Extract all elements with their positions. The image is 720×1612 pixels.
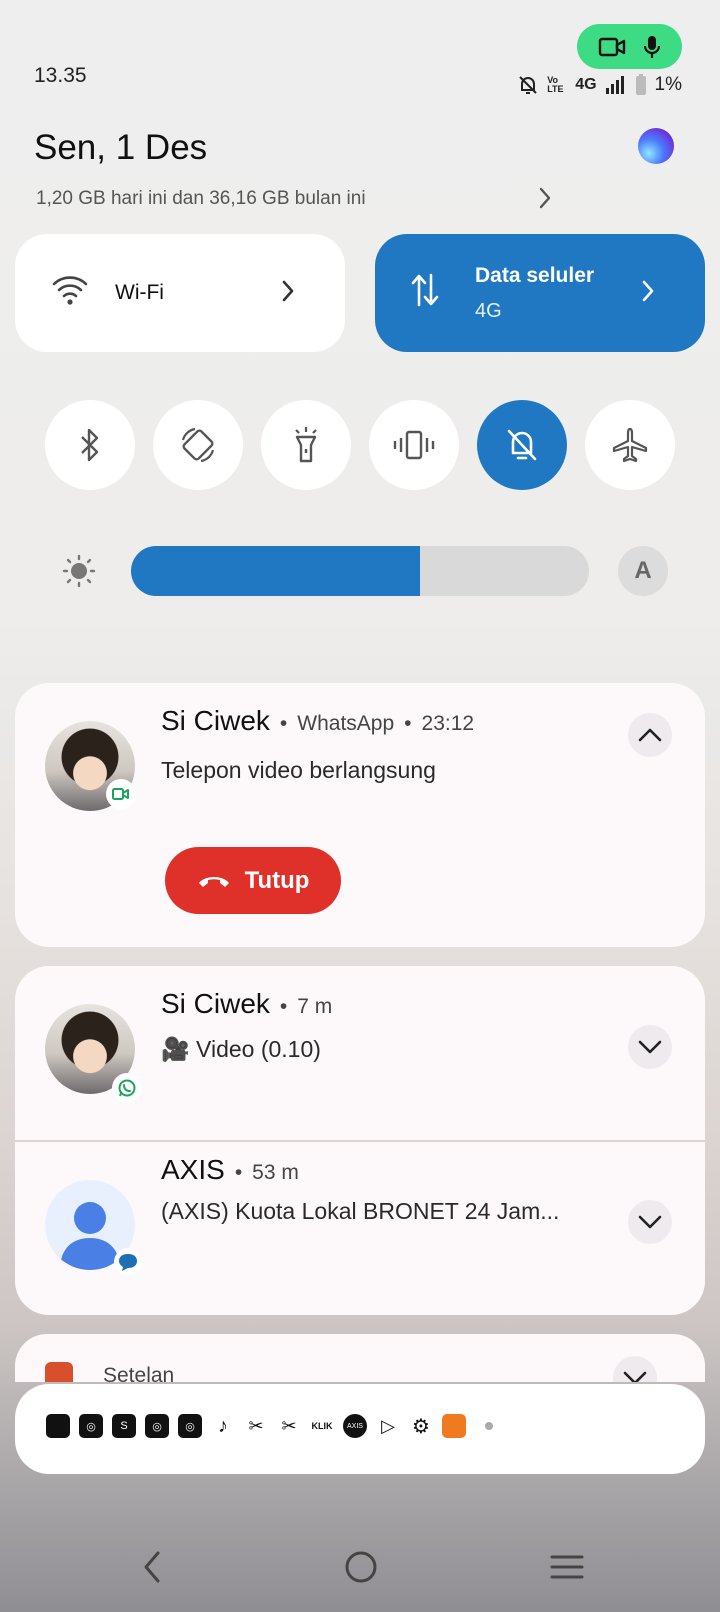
expand-button[interactable]	[628, 1200, 672, 1244]
notification-app: WhatsApp	[297, 712, 395, 735]
flashlight-toggle[interactable]	[261, 400, 351, 490]
notification-title: AXIS	[161, 1154, 225, 1185]
notification-body: 🎥 Video (0.10)	[161, 1036, 321, 1062]
wifi-icon	[52, 276, 88, 305]
auto-brightness-button[interactable]: A	[618, 546, 668, 596]
shop-app-icon[interactable]: S	[112, 1414, 136, 1438]
data-arrows-icon	[411, 273, 439, 307]
data-usage-text[interactable]: 1,20 GB hari ini dan 36,16 GB bulan ini	[36, 188, 366, 210]
notification-body: Telepon video berlangsung	[161, 757, 436, 783]
date-label: Sen, 1 Des	[34, 128, 208, 167]
network-type: 4G	[575, 76, 597, 93]
orange-app-icon[interactable]	[442, 1414, 466, 1438]
chat-notification[interactable]: Si Ciwek • 7 m 🎥 Video (0.10)	[15, 966, 705, 1140]
mobile-data-label: Data seluler	[475, 264, 595, 287]
axis-app-icon[interactable]: AXIS	[343, 1414, 367, 1438]
auto-rotate-icon	[181, 427, 215, 463]
camera-icon	[598, 37, 625, 56]
settings-notification[interactable]: Setelan	[15, 1334, 705, 1382]
signal-icon	[605, 76, 624, 94]
sms-notification[interactable]: AXIS • 53 m (AXIS) Kuota Lokal BRONET 24…	[15, 1142, 705, 1315]
collapse-button[interactable]	[628, 713, 672, 757]
notification-app: Setelan	[103, 1364, 175, 1382]
message-badge-icon	[114, 1248, 142, 1276]
battery-percent: 1%	[654, 74, 682, 95]
settings-gear-icon[interactable]: ⚙	[409, 1414, 433, 1438]
notification-title: Si Ciwek	[161, 705, 270, 736]
chevron-down-icon	[638, 1215, 662, 1229]
assistant-orb-icon[interactable]	[638, 128, 674, 164]
status-time: 13.35	[34, 64, 87, 87]
chevron-down-icon	[623, 1371, 647, 1382]
klik-icon[interactable]: KLIK	[310, 1414, 334, 1438]
wifi-label: Wi-Fi	[115, 281, 164, 304]
chevron-up-icon	[638, 728, 662, 742]
chevron-down-icon	[638, 1040, 662, 1054]
notification-title: Si Ciwek	[161, 988, 270, 1019]
video-call-badge-icon	[106, 779, 136, 809]
airplane-icon	[612, 427, 648, 463]
mobile-data-type: 4G	[475, 300, 502, 322]
hang-up-icon	[198, 876, 229, 887]
home-icon[interactable]	[344, 1550, 378, 1584]
chevron-right-icon	[282, 280, 294, 302]
capcut-icon[interactable]: ✂	[244, 1414, 268, 1438]
wifi-tile[interactable]: Wi-Fi	[15, 234, 345, 352]
expand-button[interactable]	[628, 1025, 672, 1069]
app-icon-black[interactable]	[46, 1414, 70, 1438]
notification-body: (AXIS) Kuota Lokal BRONET 24 Jam...	[161, 1198, 560, 1224]
app-icon-link[interactable]: ◎	[79, 1414, 103, 1438]
app-icon-link[interactable]: ◎	[178, 1414, 202, 1438]
call-notification[interactable]: Si Ciwek • WhatsApp • 23:12 Telepon vide…	[15, 683, 705, 947]
notification-time: 23:12	[421, 712, 475, 735]
settings-app-icon	[45, 1362, 73, 1382]
battery-icon	[635, 74, 646, 95]
flashlight-icon	[295, 427, 317, 463]
bell-off-icon	[519, 76, 537, 94]
tiktok-icon[interactable]: ♪	[211, 1414, 235, 1438]
hang-up-button[interactable]: Tutup	[165, 847, 341, 914]
tray-app-icons: ◎ S ◎ ◎ ♪ ✂ ✂ KLIK AXIS ▷ ⚙	[46, 1414, 493, 1438]
quick-toggles	[45, 400, 675, 490]
hang-up-label: Tutup	[244, 866, 310, 894]
chevron-right-icon	[642, 280, 654, 302]
status-icons: Vo LTE 4G 1%	[517, 74, 682, 96]
mic-icon	[643, 35, 660, 58]
play-store-icon[interactable]: ▷	[376, 1414, 400, 1438]
camera-mic-indicator[interactable]	[577, 24, 682, 69]
vibrate-toggle[interactable]	[369, 400, 459, 490]
back-icon[interactable]	[142, 1550, 162, 1584]
brightness-slider[interactable]	[131, 546, 589, 596]
whatsapp-badge-icon	[112, 1073, 142, 1103]
chevron-right-icon[interactable]	[538, 186, 552, 210]
recents-menu-icon[interactable]	[550, 1550, 584, 1584]
brightness-icon	[62, 554, 96, 588]
airplane-toggle[interactable]	[585, 400, 675, 490]
notification-time: 53 m	[252, 1161, 299, 1184]
bluetooth-toggle[interactable]	[45, 400, 135, 490]
silent-bell-icon	[507, 429, 537, 461]
capcut-icon[interactable]: ✂	[277, 1414, 301, 1438]
bluetooth-icon	[81, 428, 99, 462]
more-dot	[485, 1422, 493, 1430]
brightness-slider-fill	[131, 546, 420, 596]
mobile-data-tile[interactable]: Data seluler 4G	[375, 234, 705, 352]
vibrate-icon	[393, 430, 435, 460]
volte-indicator: Vo LTE	[547, 75, 564, 94]
expand-button[interactable]	[613, 1356, 657, 1382]
notification-time: 7 m	[297, 995, 333, 1018]
auto-rotate-toggle[interactable]	[153, 400, 243, 490]
silent-toggle[interactable]	[477, 400, 567, 490]
app-icon-link[interactable]: ◎	[145, 1414, 169, 1438]
